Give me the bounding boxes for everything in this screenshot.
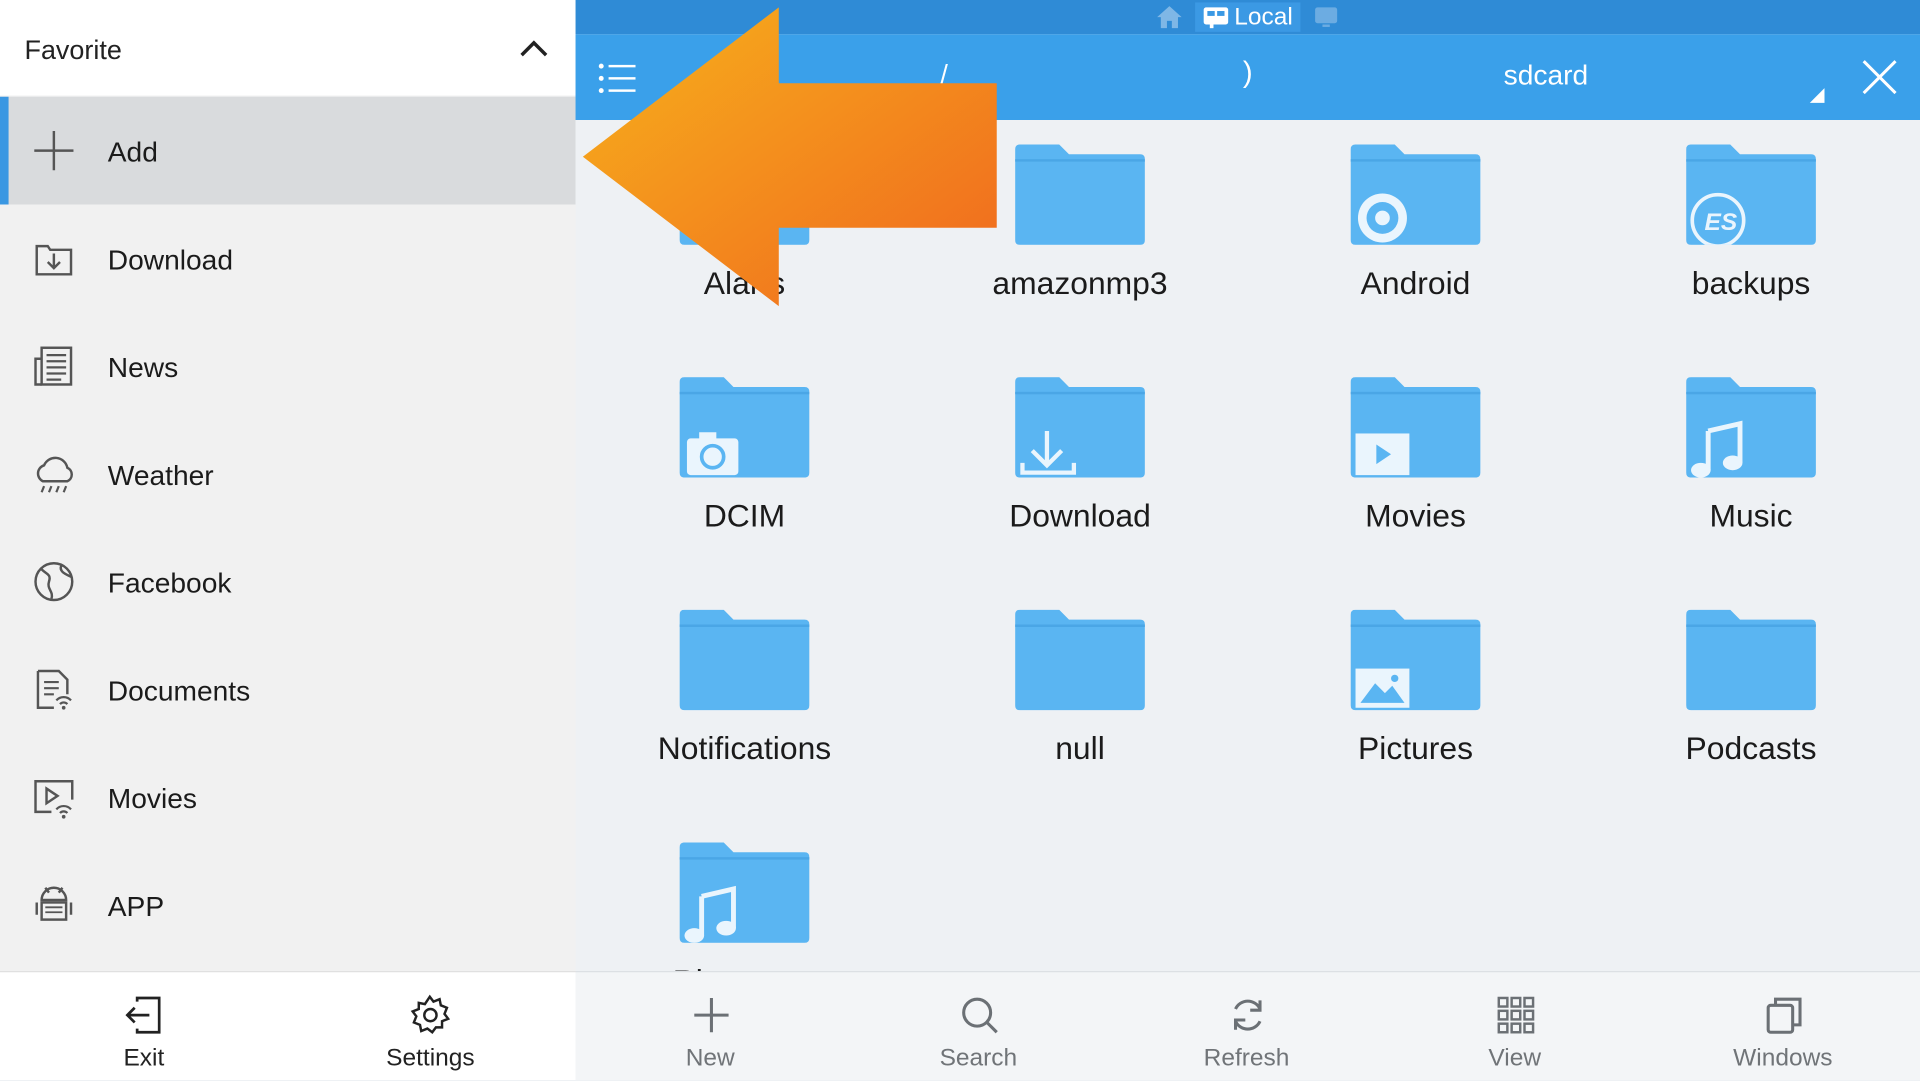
window-icon bbox=[1203, 7, 1229, 29]
news-icon bbox=[34, 346, 73, 386]
movies-icon bbox=[34, 780, 74, 819]
folder-item[interactable]: Android bbox=[1269, 120, 1563, 328]
search-icon bbox=[962, 997, 998, 1034]
gear-icon bbox=[1357, 193, 1407, 243]
exit-label: Exit bbox=[123, 1044, 165, 1072]
grid-view-icon bbox=[1497, 996, 1535, 1034]
favorite-drawer: Favorite Add Download News Weather Faceb… bbox=[0, 0, 576, 1081]
drawer-item-facebook[interactable]: Facebook bbox=[0, 528, 576, 636]
folder-name: backups bbox=[1691, 264, 1811, 302]
download-icon bbox=[35, 244, 73, 276]
folder-name: Movies bbox=[1365, 497, 1466, 534]
drawer-item-app[interactable]: APP bbox=[0, 851, 576, 959]
es-logo-icon: ES bbox=[1690, 192, 1746, 245]
plus-icon bbox=[34, 131, 74, 171]
android-icon bbox=[35, 886, 73, 921]
bottom-toolbar: New Search Refresh View Windows bbox=[575, 971, 1920, 1081]
breadcrumb-separator: ) bbox=[1242, 56, 1253, 90]
drawer-item-documents[interactable]: Documents bbox=[0, 636, 576, 744]
folder-item[interactable]: Music bbox=[1604, 353, 1898, 561]
drawer-title: Favorite bbox=[24, 34, 122, 65]
exit-icon bbox=[125, 996, 161, 1034]
folder-icon bbox=[1015, 609, 1145, 711]
folder-name: Pictures bbox=[1358, 729, 1474, 767]
documents-icon bbox=[36, 669, 72, 710]
music-note-icon bbox=[684, 885, 736, 943]
search-label: Search bbox=[939, 1044, 1018, 1072]
folder-icon bbox=[1686, 609, 1816, 711]
folder-item[interactable]: ES backups bbox=[1604, 120, 1898, 328]
folder-icon bbox=[1015, 144, 1145, 245]
new-button[interactable]: New bbox=[576, 972, 845, 1081]
drawer-item-news[interactable]: News bbox=[0, 312, 576, 420]
folder-name: Ringtones bbox=[598, 962, 892, 971]
download-icon bbox=[1020, 431, 1077, 475]
folder-name: Podcasts bbox=[1685, 729, 1817, 767]
folder-icon bbox=[679, 609, 810, 711]
settings-button[interactable]: Settings bbox=[287, 972, 575, 1081]
drawer-item-download[interactable]: Download bbox=[0, 204, 576, 312]
folder-name: Notifications bbox=[657, 729, 832, 767]
screen-icon[interactable] bbox=[1308, 2, 1345, 31]
drawer-bottom-bar: Exit Settings bbox=[0, 971, 576, 1081]
drawer-item-label: Add bbox=[107, 135, 158, 168]
drawer-item-movies[interactable]: Movies bbox=[0, 743, 576, 851]
drawer-header[interactable]: Favorite bbox=[0, 0, 576, 96]
orange-arrow-annotation bbox=[582, 7, 997, 307]
new-label: New bbox=[685, 1044, 735, 1072]
drawer-item-weather[interactable]: Weather bbox=[0, 420, 576, 528]
search-button[interactable]: Search bbox=[844, 972, 1113, 1081]
gear-icon bbox=[410, 994, 451, 1034]
folder-item[interactable]: null bbox=[933, 585, 1227, 793]
folder-item[interactable]: Notifications bbox=[598, 585, 892, 793]
settings-label: Settings bbox=[386, 1044, 475, 1072]
window-tab-label: Local bbox=[1234, 3, 1293, 31]
windows-button[interactable]: Windows bbox=[1648, 972, 1917, 1081]
camera-icon bbox=[686, 432, 739, 476]
windows-icon bbox=[1766, 997, 1802, 1034]
drawer-item-label: Movies bbox=[107, 782, 197, 815]
chevron-up-icon[interactable] bbox=[514, 29, 553, 68]
weather-icon bbox=[36, 456, 73, 493]
folder-item[interactable]: Podcasts bbox=[1604, 585, 1898, 793]
play-icon bbox=[1355, 433, 1410, 476]
folder-item[interactable]: Pictures bbox=[1269, 585, 1563, 793]
drawer-item-label: Download bbox=[107, 243, 234, 276]
home-icon[interactable] bbox=[1151, 2, 1188, 31]
drawer-item-add[interactable]: Add bbox=[0, 96, 576, 205]
path-dropdown-indicator[interactable] bbox=[1809, 88, 1825, 103]
svg-text:ES: ES bbox=[1705, 209, 1738, 236]
refresh-label: Refresh bbox=[1203, 1044, 1290, 1072]
exit-button[interactable]: Exit bbox=[0, 972, 288, 1081]
folder-name: Download bbox=[1009, 497, 1151, 534]
drawer-item-label: News bbox=[107, 351, 179, 384]
view-button[interactable]: View bbox=[1380, 972, 1649, 1081]
drawer-item-label: Documents bbox=[107, 674, 251, 707]
drawer-item-label: Weather bbox=[107, 459, 214, 492]
folder-item[interactable]: DCIM bbox=[598, 353, 892, 561]
folder-name: DCIM bbox=[703, 497, 786, 534]
folder-item[interactable]: Ringtones bbox=[598, 818, 892, 971]
window-tab-local[interactable]: Local bbox=[1195, 2, 1301, 32]
folder-name: Music bbox=[1709, 497, 1793, 534]
refresh-button[interactable]: Refresh bbox=[1112, 972, 1381, 1081]
folder-name: null bbox=[1055, 729, 1105, 767]
folder-item[interactable]: Movies bbox=[1269, 353, 1563, 561]
globe-icon bbox=[34, 562, 74, 602]
refresh-icon bbox=[1233, 999, 1262, 1031]
music-note-icon bbox=[1691, 420, 1743, 478]
close-icon[interactable] bbox=[1859, 56, 1901, 98]
folder-name: Android bbox=[1360, 264, 1471, 302]
breadcrumb-sdcard[interactable]: sdcard bbox=[1504, 59, 1589, 92]
drawer-item-label: Facebook bbox=[107, 566, 232, 599]
drawer-item-label: APP bbox=[107, 890, 165, 923]
plus-icon bbox=[694, 997, 729, 1033]
windows-label: Windows bbox=[1733, 1044, 1833, 1072]
picture-icon bbox=[1355, 668, 1410, 708]
view-label: View bbox=[1488, 1044, 1542, 1072]
folder-item[interactable]: Download bbox=[933, 353, 1227, 561]
